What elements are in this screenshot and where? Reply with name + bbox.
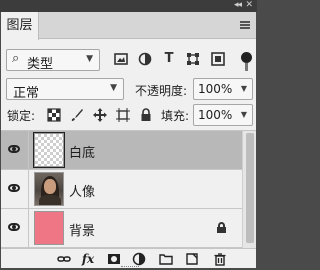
layer-row[interactable]: 白底 xyxy=(1,131,242,170)
chevron-down-icon: ▼ xyxy=(110,83,117,93)
opacity-label: 不透明度: xyxy=(135,84,188,98)
new-adjustment-layer-icon[interactable] xyxy=(132,252,146,266)
chevron-down-icon: ▼ xyxy=(86,54,93,64)
eye-icon xyxy=(8,184,20,192)
layer-thumbnail xyxy=(33,132,65,168)
lock-transparent-pixels-icon[interactable] xyxy=(47,108,61,122)
scrollbar[interactable] xyxy=(242,131,256,248)
chevron-down-icon: ▼ xyxy=(240,84,247,93)
blend-mode-select[interactable]: 正常 ▼ xyxy=(6,78,124,101)
resize-grip[interactable] xyxy=(121,266,139,268)
scrollbar-thumb[interactable] xyxy=(246,133,254,243)
fill-label: 填充: xyxy=(161,109,190,123)
hamburger-menu-icon[interactable] xyxy=(240,21,250,29)
filter-kind-label: 类型 xyxy=(27,57,54,72)
delete-layer-icon[interactable] xyxy=(213,252,227,266)
layer-thumbnail xyxy=(34,211,64,245)
visibility-toggle[interactable] xyxy=(1,209,29,248)
fill-field[interactable]: 100% ▼ xyxy=(193,104,253,126)
smart-object-filter-icon[interactable] xyxy=(211,52,225,66)
shape-filter-icon[interactable] xyxy=(186,52,200,66)
eye-icon xyxy=(8,145,20,153)
layer-row[interactable]: 背景 xyxy=(1,209,242,248)
new-layer-icon[interactable] xyxy=(185,252,199,266)
opacity-field[interactable]: 100% ▼ xyxy=(193,78,253,100)
filter-kind-select[interactable]: ⌕ 类型 ▼ xyxy=(6,49,100,72)
layers-panel: 图层 ⌕ 类型 ▼ T 正常 ▼ 不透明度: 100% ▼ 锁定: 填充: 10… xyxy=(1,12,256,268)
new-group-icon[interactable] xyxy=(159,252,173,266)
layer-row[interactable]: 人像 xyxy=(1,170,242,209)
visibility-toggle[interactable] xyxy=(1,170,29,209)
lock-icon xyxy=(217,222,226,233)
blend-mode-label: 正常 xyxy=(13,86,40,101)
filter-toggle-switch[interactable] xyxy=(241,52,252,63)
double-chevron-icon[interactable]: ◂◂ xyxy=(234,0,242,11)
close-icon[interactable]: ✕ xyxy=(245,0,253,11)
add-mask-icon[interactable] xyxy=(107,252,121,266)
layer-name[interactable]: 白底 xyxy=(69,142,95,161)
filter-toggle-track xyxy=(245,63,248,71)
layer-name[interactable]: 背景 xyxy=(69,220,95,239)
lock-all-icon[interactable] xyxy=(139,108,153,122)
lock-artboard-icon[interactable] xyxy=(116,108,130,122)
layer-thumbnail xyxy=(34,172,64,206)
panel-footer: fx xyxy=(1,248,256,268)
layer-style-icon[interactable]: fx xyxy=(81,252,95,266)
adjustment-filter-icon[interactable] xyxy=(138,52,152,66)
image-filter-icon[interactable] xyxy=(114,52,128,66)
lock-image-pixels-icon[interactable] xyxy=(70,108,84,122)
link-layers-icon[interactable] xyxy=(57,252,71,266)
opacity-value: 100% xyxy=(198,82,233,96)
search-icon: ⌕ xyxy=(12,51,20,66)
tab-bar: 图层 xyxy=(1,12,256,40)
eye-icon xyxy=(8,223,20,231)
type-filter-icon[interactable]: T xyxy=(162,52,176,66)
tab-layers[interactable]: 图层 xyxy=(1,12,39,40)
chevron-down-icon: ▼ xyxy=(240,110,247,119)
visibility-toggle[interactable] xyxy=(1,131,29,170)
layer-name[interactable]: 人像 xyxy=(69,181,95,200)
fill-value: 100% xyxy=(198,108,233,122)
layers-list: 白底 人像 背景 xyxy=(1,130,256,248)
panel-title-bar: ◂◂ ✕ xyxy=(0,0,257,12)
lock-label: 锁定: xyxy=(7,109,36,123)
lock-position-icon[interactable] xyxy=(93,108,107,122)
